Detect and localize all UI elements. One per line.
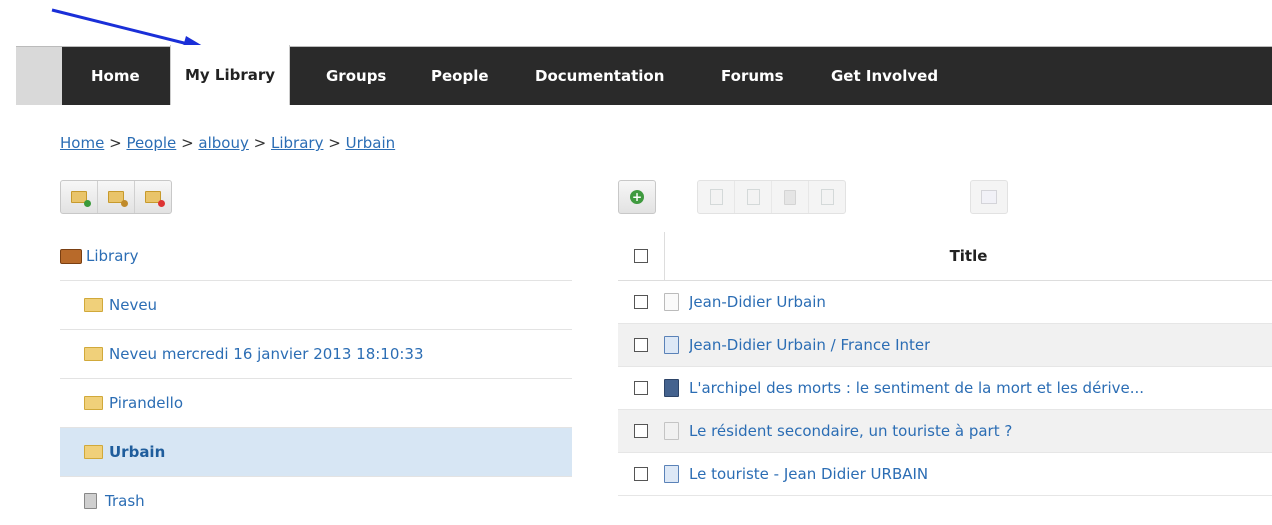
webpage-icon [664,336,679,354]
table-row[interactable]: Jean-Didier Urbain [618,281,1272,324]
breadcrumb-separator: > [328,134,341,152]
breadcrumb-separator: > [181,134,194,152]
items-table: Title Jean-Didier Urbain Jean-Didier Urb… [618,232,1272,496]
table-row[interactable]: L'archipel des morts : le sentiment de l… [618,367,1272,410]
move-item-button[interactable] [809,181,845,213]
add-item-button[interactable]: + [619,181,655,213]
export-icon [981,190,997,204]
export-toolbar [970,180,1008,214]
collection-toolbar [60,180,172,214]
add-item-toolbar: + [618,180,656,214]
nav-people[interactable]: People [431,47,489,105]
row-checkbox[interactable] [634,424,648,438]
nav-home[interactable]: Home [91,47,140,105]
tree-item-library[interactable]: Library [60,232,572,281]
document-icon [664,293,679,311]
new-child-note-button[interactable] [698,181,735,213]
table-row[interactable]: Jean-Didier Urbain / France Inter [618,324,1272,367]
folder-icon [84,347,103,361]
row-checkbox[interactable] [634,295,648,309]
row-checkbox[interactable] [634,338,648,352]
tree-item-urbain[interactable]: Urbain [60,428,572,477]
book-icon [664,379,679,397]
title-column-header[interactable]: Title [665,247,1272,265]
delete-collection-button[interactable] [135,181,171,213]
item-actions-toolbar [697,180,846,214]
add-item-icon: + [630,190,644,204]
tree-item-neveu-mercredi[interactable]: Neveu mercredi 16 janvier 2013 18:10:33 [60,330,572,379]
tree-item-label: Neveu mercredi 16 janvier 2013 18:10:33 [109,345,424,363]
breadcrumb-separator: > [109,134,122,152]
tree-item-pirandello[interactable]: Pirandello [60,379,572,428]
new-attachment-icon [746,189,760,205]
folder-icon [84,298,103,312]
item-title[interactable]: Le touriste - Jean Didier URBAIN [689,465,928,483]
tree-item-label: Neveu [109,296,158,314]
delete-item-button[interactable] [772,181,809,213]
new-collection-button[interactable] [61,181,98,213]
nav-left-cap [16,47,62,105]
new-child-note-icon [709,189,723,205]
breadcrumb-people[interactable]: People [126,134,176,152]
tree-item-trash[interactable]: Trash [60,477,572,525]
row-check-cell [618,467,664,481]
table-row[interactable]: Le touriste - Jean Didier URBAIN [618,453,1272,496]
breadcrumb-urbain[interactable]: Urbain [346,134,396,152]
breadcrumb-separator: > [253,134,267,152]
export-button[interactable] [971,181,1007,213]
item-title[interactable]: Le résident secondaire, un touriste à pa… [689,422,1012,440]
edit-collection-icon [108,191,128,207]
select-all-checkbox[interactable] [634,249,648,263]
breadcrumb-user[interactable]: albouy [198,134,248,152]
folder-icon [84,396,103,410]
row-check-cell [618,295,664,309]
webpage-icon [664,465,679,483]
trash-icon [84,493,97,509]
nav-get-involved[interactable]: Get Involved [831,47,938,105]
item-title[interactable]: Jean-Didier Urbain [689,293,826,311]
move-icon [820,189,834,205]
edit-collection-button[interactable] [98,181,135,213]
row-check-cell [618,338,664,352]
main-nav-bar: Home My Library Groups People Documentat… [16,45,1272,105]
table-row[interactable]: Le résident secondaire, un touriste à pa… [618,410,1272,453]
row-check-cell [618,381,664,395]
nav-documentation[interactable]: Documentation [535,47,664,105]
breadcrumb-home[interactable]: Home [60,134,104,152]
library-icon [60,248,82,264]
collection-tree: Library Neveu Neveu mercredi 16 janvier … [60,232,572,525]
row-check-cell [618,424,664,438]
tree-item-neveu[interactable]: Neveu [60,281,572,330]
items-table-header: Title [618,232,1272,281]
nav-groups[interactable]: Groups [326,47,386,105]
trash-icon [784,189,796,205]
select-all-cell [618,232,665,280]
item-title[interactable]: Jean-Didier Urbain / France Inter [689,336,930,354]
breadcrumb-library[interactable]: Library [271,134,323,152]
nav-forums[interactable]: Forums [721,47,784,105]
tree-item-label: Library [86,247,139,265]
tree-item-label: Pirandello [109,394,184,412]
delete-collection-icon [145,191,165,207]
folder-icon [84,445,103,459]
nav-my-library[interactable]: My Library [170,45,291,105]
row-checkbox[interactable] [634,467,648,481]
row-checkbox[interactable] [634,381,648,395]
note-icon [664,422,679,440]
item-title[interactable]: L'archipel des morts : le sentiment de l… [689,379,1144,397]
new-attachment-button[interactable] [735,181,772,213]
tree-item-label: Urbain [109,443,166,461]
new-collection-icon [71,191,91,207]
breadcrumb: Home > People > albouy > Library > Urbai… [60,134,395,152]
tree-item-label: Trash [105,492,145,510]
